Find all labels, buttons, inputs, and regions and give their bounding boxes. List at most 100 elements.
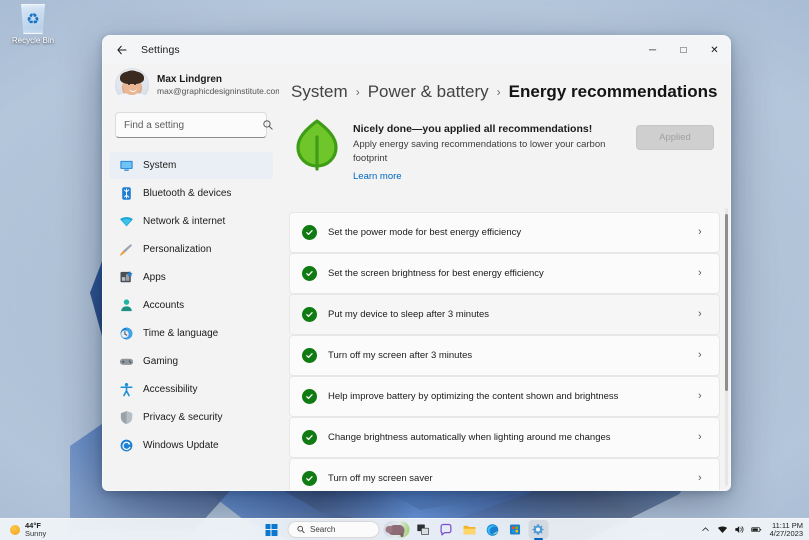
sidebar-nav: System Bluetooth & devices Network & int…	[109, 150, 273, 490]
sidebar-item-accessibility[interactable]: Accessibility	[109, 376, 273, 403]
learn-more-link[interactable]: Learn more	[353, 171, 402, 182]
window-titlebar: Settings ─ □ ✕	[103, 36, 730, 64]
recommendation-label: Set the power mode for best energy effic…	[328, 227, 522, 238]
sidebar-item-privacy-security[interactable]: Privacy & security	[109, 404, 273, 431]
microsoft-store-button[interactable]	[505, 520, 525, 539]
battery-icon[interactable]	[750, 524, 762, 535]
sidebar-item-label: Time & language	[143, 328, 219, 339]
recommendation-row[interactable]: Help improve battery by optimizing the c…	[289, 376, 720, 417]
check-circle-icon	[302, 389, 317, 404]
person-icon	[119, 298, 134, 313]
sidebar-item-label: Personalization	[143, 244, 212, 255]
breadcrumb-item-system[interactable]: System	[291, 82, 348, 102]
check-circle-icon	[302, 430, 317, 445]
content-scrollbar[interactable]	[725, 208, 728, 486]
recycle-bin-icon: ♻	[21, 4, 45, 34]
sidebar-item-personalization[interactable]: Personalization	[109, 236, 273, 263]
sidebar-item-label: System	[143, 160, 177, 171]
microsoft-edge-button[interactable]	[482, 520, 502, 539]
start-button[interactable]	[261, 520, 281, 539]
sidebar-item-bluetooth-devices[interactable]: Bluetooth & devices	[109, 180, 273, 207]
file-explorer-button[interactable]	[459, 520, 479, 539]
content-pane: System › Power & battery › Energy recomm…	[279, 64, 730, 490]
maximize-button[interactable]: □	[668, 36, 699, 64]
check-circle-icon	[302, 471, 317, 486]
sidebar-item-gaming[interactable]: Gaming	[109, 348, 273, 375]
chat-icon	[440, 523, 452, 536]
sidebar-item-label: Apps	[143, 272, 166, 283]
chevron-right-icon: ›	[698, 472, 702, 484]
sidebar-item-network-internet[interactable]: Network & internet	[109, 208, 273, 235]
sidebar-item-label: Gaming	[143, 356, 179, 367]
applied-button[interactable]: Applied	[636, 125, 714, 150]
check-circle-icon	[302, 266, 317, 281]
recommendation-row[interactable]: Set the power mode for best energy effic…	[289, 212, 720, 253]
user-profile[interactable]: Max Lindgren max@graphicdesigninstitute.…	[109, 64, 282, 112]
close-button[interactable]: ✕	[699, 36, 730, 64]
recommendation-row[interactable]: Put my device to sleep after 3 minutes ›	[289, 294, 720, 335]
settings-window: Settings ─ □ ✕ Max Lindgren max@graphicd…	[102, 35, 731, 491]
widgets-button[interactable]	[382, 520, 410, 539]
energy-recommendations-banner: Nicely done—you applied all recommendati…	[289, 119, 720, 184]
recommendation-row[interactable]: Turn off my screen saver ›	[289, 458, 720, 490]
taskbar: 44°F Sunny Search 11:11 PM 4/27/2023	[0, 518, 809, 540]
recommendation-label: Turn off my screen after 3 minutes	[328, 350, 473, 361]
settings-taskbar-button[interactable]	[528, 520, 548, 539]
search-input[interactable]	[124, 119, 256, 131]
sun-icon	[10, 524, 20, 535]
taskbar-search[interactable]: Search	[287, 521, 379, 538]
bluetooth-icon	[119, 186, 134, 201]
sidebar-item-windows-update[interactable]: Windows Update	[109, 432, 273, 459]
window-body: Max Lindgren max@graphicdesigninstitute.…	[103, 64, 730, 490]
recommendation-label: Put my device to sleep after 3 minutes	[328, 309, 490, 320]
recommendation-row[interactable]: Set the screen brightness for best energ…	[289, 253, 720, 294]
sidebar-item-apps[interactable]: Apps	[109, 264, 273, 291]
search-icon	[263, 120, 273, 130]
sidebar: Max Lindgren max@graphicdesigninstitute.…	[103, 64, 282, 490]
leaf-icon	[291, 119, 343, 171]
chat-button[interactable]	[436, 520, 456, 539]
sidebar-item-time-language[interactable]: Time & language	[109, 320, 273, 347]
recommendation-label: Help improve battery by optimizing the c…	[328, 391, 619, 402]
wifi-icon[interactable]	[717, 524, 728, 535]
recommendation-label: Set the screen brightness for best energ…	[328, 268, 544, 279]
scrollbar-thumb[interactable]	[725, 213, 728, 392]
sidebar-item-label: Network & internet	[143, 216, 226, 227]
banner-title: Nicely done—you applied all recommendati…	[353, 123, 593, 135]
back-button[interactable]	[109, 39, 135, 61]
task-view-icon	[417, 524, 430, 535]
task-view-button[interactable]	[413, 520, 433, 539]
clock-button[interactable]: 11:11 PM 4/27/2023	[768, 521, 805, 538]
sidebar-item-label: Windows Update	[143, 440, 219, 451]
taskbar-search-placeholder: Search	[310, 525, 336, 534]
recommendation-label: Turn off my screen saver	[328, 473, 433, 484]
system-tray: 11:11 PM 4/27/2023	[700, 521, 805, 538]
chevron-up-icon[interactable]	[700, 524, 711, 535]
avatar	[115, 68, 149, 102]
user-name: Max Lindgren	[157, 73, 223, 85]
window-controls: ─ □ ✕	[637, 36, 730, 64]
desktop-icon-recycle-bin[interactable]: ♻ Recycle Bin	[4, 4, 62, 45]
breadcrumb-separator: ›	[496, 85, 501, 99]
check-circle-icon	[302, 307, 317, 322]
speaker-icon[interactable]	[734, 524, 745, 535]
minimize-button[interactable]: ─	[637, 36, 668, 64]
sidebar-item-accounts[interactable]: Accounts	[109, 292, 273, 319]
sidebar-item-system[interactable]: System	[109, 152, 273, 179]
chevron-right-icon: ›	[698, 390, 702, 402]
sidebar-item-label: Accessibility	[143, 384, 198, 395]
settings-search[interactable]	[115, 112, 273, 138]
recommendation-row[interactable]: Turn off my screen after 3 minutes ›	[289, 335, 720, 376]
recommendation-row[interactable]: Change brightness automatically when lig…	[289, 417, 720, 458]
breadcrumb-item-power-battery[interactable]: Power & battery	[368, 82, 489, 102]
gear-icon	[532, 524, 544, 535]
taskbar-weather-widget[interactable]: 44°F Sunny	[0, 520, 54, 540]
chevron-right-icon: ›	[698, 349, 702, 361]
check-circle-icon	[302, 225, 317, 240]
search-icon	[296, 525, 305, 534]
check-circle-icon	[302, 348, 317, 363]
widgets-icon	[383, 521, 409, 538]
recommendation-label: Change brightness automatically when lig…	[328, 432, 611, 443]
microsoft-store-icon	[509, 524, 521, 535]
window-title: Settings	[141, 44, 180, 56]
